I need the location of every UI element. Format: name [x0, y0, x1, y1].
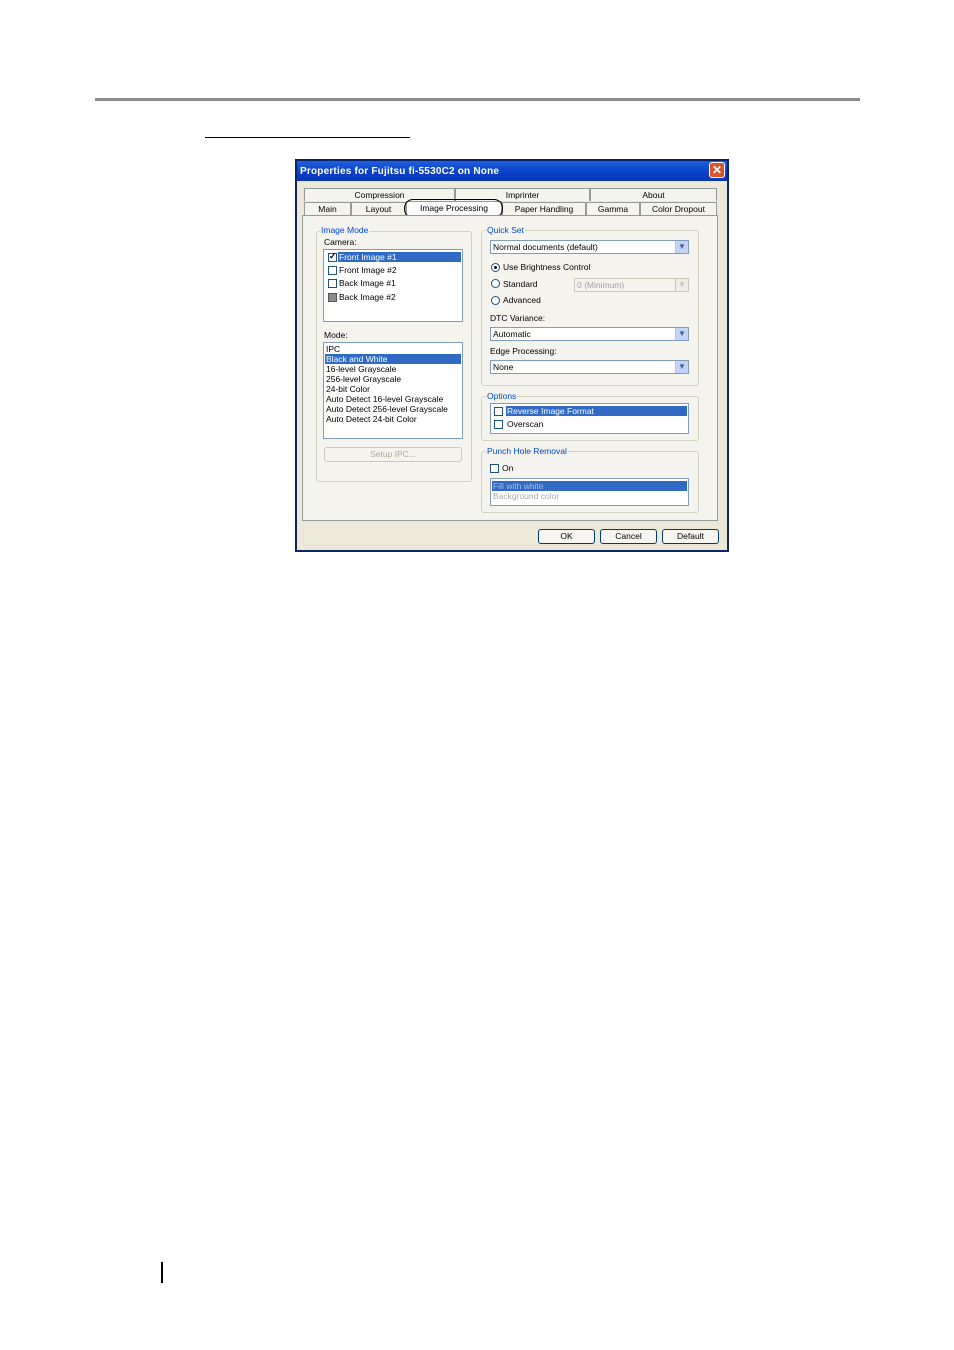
- standard-value: 0 (Minimum): [577, 280, 625, 290]
- chevron-down-icon[interactable]: ▼: [675, 361, 688, 373]
- mode-item-24-color[interactable]: 24-bit Color: [325, 384, 461, 394]
- quick-set-label: Quick Set: [486, 225, 525, 235]
- chevron-down-icon[interactable]: ▼: [675, 328, 688, 340]
- camera-back-2-checkbox[interactable]: [328, 293, 337, 302]
- edge-processing-combo[interactable]: None ▼: [490, 360, 689, 374]
- heading-underline: [205, 137, 410, 138]
- fill-options-list[interactable]: Fill with white Background color: [490, 478, 689, 506]
- option-reverse-image[interactable]: Reverse Image Format: [506, 406, 687, 416]
- punch-hole-on-label[interactable]: On: [502, 463, 513, 473]
- camera-front-2-checkbox[interactable]: [328, 266, 337, 275]
- camera-item-front-2[interactable]: Front Image #2: [338, 265, 461, 275]
- dtc-variance-combo[interactable]: Automatic ▼: [490, 327, 689, 341]
- quick-set-value: Normal documents (default): [493, 242, 598, 252]
- edge-processing-value: None: [493, 362, 514, 372]
- close-icon[interactable]: ✕: [709, 162, 725, 178]
- punch-hole-label: Punch Hole Removal: [486, 446, 568, 456]
- radio-brightness-label[interactable]: Use Brightness Control: [503, 262, 590, 272]
- options-label: Options: [486, 391, 518, 401]
- chevron-down-icon[interactable]: ▼: [675, 279, 688, 291]
- camera-item-front-1[interactable]: Front Image #1: [338, 252, 461, 262]
- camera-item-back-1[interactable]: Back Image #1: [338, 278, 461, 288]
- tab-color-dropout[interactable]: Color Dropout: [640, 202, 717, 215]
- radio-standard-label[interactable]: Standard: [503, 279, 538, 289]
- quick-set-combo[interactable]: Normal documents (default) ▼: [490, 240, 689, 254]
- radio-standard[interactable]: [491, 279, 500, 288]
- edge-processing-label: Edge Processing:: [490, 346, 557, 356]
- mode-item-black-white[interactable]: Black and White: [325, 354, 461, 364]
- tab-about[interactable]: About: [590, 188, 717, 201]
- tab-paper-handling[interactable]: Paper Handling: [502, 202, 586, 215]
- mode-label: Mode:: [324, 330, 348, 340]
- standard-combo[interactable]: 0 (Minimum) ▼: [574, 278, 689, 292]
- overscan-checkbox[interactable]: [494, 420, 503, 429]
- mode-item-ipc[interactable]: IPC: [325, 344, 461, 354]
- dialog-title: Properties for Fujitsu fi-5530C2 on None: [300, 166, 500, 177]
- dtc-variance-value: Automatic: [493, 329, 531, 339]
- mode-item-auto-256-gray[interactable]: Auto Detect 256-level Grayscale: [325, 404, 461, 414]
- mode-item-auto-16-gray[interactable]: Auto Detect 16-level Grayscale: [325, 394, 461, 404]
- default-button[interactable]: Default: [662, 529, 719, 544]
- radio-advanced-label[interactable]: Advanced: [503, 295, 541, 305]
- punch-hole-on-checkbox[interactable]: [490, 464, 499, 473]
- camera-label: Camera:: [324, 237, 357, 247]
- radio-brightness[interactable]: [491, 263, 500, 272]
- ok-button[interactable]: OK: [538, 529, 595, 544]
- camera-front-1-checkbox[interactable]: [328, 251, 337, 262]
- radio-advanced[interactable]: [491, 296, 500, 305]
- cancel-button[interactable]: Cancel: [600, 529, 657, 544]
- setup-ipc-button[interactable]: Setup IPC...: [324, 447, 462, 462]
- option-overscan[interactable]: Overscan: [506, 419, 687, 429]
- tab-gamma[interactable]: Gamma: [586, 202, 640, 215]
- background-color-item[interactable]: Background color: [492, 491, 687, 501]
- tab-layout[interactable]: Layout: [351, 202, 406, 215]
- reverse-image-checkbox[interactable]: [494, 407, 503, 416]
- fill-with-white-item[interactable]: Fill with white: [492, 481, 687, 491]
- chevron-down-icon[interactable]: ▼: [675, 241, 688, 253]
- margin-bar: [161, 1262, 163, 1283]
- tab-main[interactable]: Main: [304, 202, 351, 215]
- page-header-rule: [95, 98, 860, 101]
- mode-item-16-gray[interactable]: 16-level Grayscale: [325, 364, 461, 374]
- dtc-variance-label: DTC Variance:: [490, 313, 546, 323]
- mode-list[interactable]: IPC Black and White 16-level Grayscale 2…: [323, 342, 463, 439]
- options-list[interactable]: Reverse Image Format Overscan: [490, 403, 689, 434]
- mode-item-256-gray[interactable]: 256-level Grayscale: [325, 374, 461, 384]
- camera-list[interactable]: Front Image #1 Front Image #2 Back Image…: [323, 249, 463, 322]
- camera-back-1-checkbox[interactable]: [328, 279, 337, 288]
- image-mode-label: Image Mode: [320, 225, 370, 235]
- camera-item-back-2[interactable]: Back Image #2: [338, 292, 461, 302]
- mode-item-auto-24-color[interactable]: Auto Detect 24-bit Color: [325, 414, 461, 424]
